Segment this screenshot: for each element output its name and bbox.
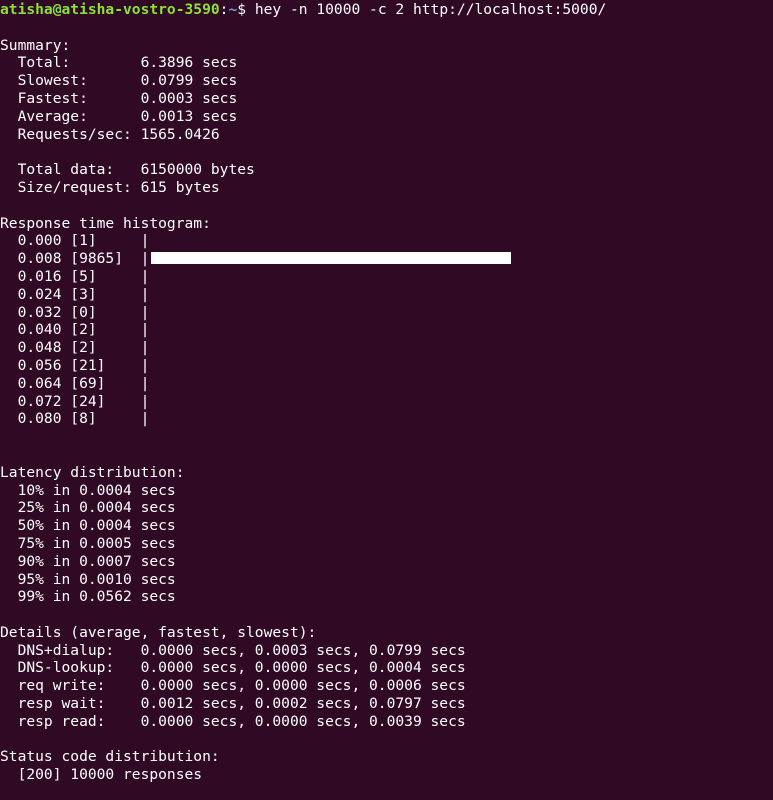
summary-row: Requests/sec: 1565.0426 [0,125,220,143]
histogram-row: 0.072 [24] | [0,393,773,411]
histogram-row: 0.016 [5] | [0,268,773,286]
histogram-row: 0.040 [2] | [0,321,773,339]
histogram-row: 0.080 [8] | [0,410,773,428]
prompt-user-host: atisha@atisha-vostro-3590 [0,1,220,18]
prompt-path: ~ [228,1,238,18]
details-row: resp wait: 0.0012 secs, 0.0002 secs, 0.0… [0,695,466,713]
details-row: DNS+dialup: 0.0000 secs, 0.0003 secs, 0.… [0,641,466,659]
prompt-symbol: $ [237,1,247,18]
summary-data-row: Size/request: 615 bytes [0,178,220,196]
histogram-row-label: 0.032 [0] | [0,303,150,321]
histogram-row-label: 0.048 [2] | [0,339,150,357]
histogram-row-label: 0.072 [24] | [0,392,150,410]
histogram-bar [151,252,512,265]
summary-heading: Summary: [0,36,71,54]
summary-data-row: Total data: 6150000 bytes [0,161,255,179]
summary-row: Slowest: 0.0799 secs [0,72,238,90]
latency-row: 95% in 0.0010 secs [0,570,176,588]
histogram-row: 0.056 [21] | [0,357,773,375]
command-prompt-line: atisha@atisha-vostro-3590:~$ hey -n 1000… [0,1,773,19]
histogram-rows: 0.000 [1] | 0.008 [9865] | 0.016 [5] | 0… [0,232,773,428]
histogram-row-label: 0.016 [5] | [0,267,150,285]
histogram-row: 0.008 [9865] | [0,250,773,268]
details-row: DNS-lookup: 0.0000 secs, 0.0000 secs, 0.… [0,659,466,677]
status-heading: Status code distribution: [0,748,220,766]
histogram-row: 0.024 [3] | [0,286,773,304]
command-text: hey -n 10000 -c 2 http://localhost:5000/ [246,1,607,18]
details-row: resp read: 0.0000 secs, 0.0000 secs, 0.0… [0,712,466,730]
details-heading: Details (average, fastest, slowest): [0,623,317,641]
summary-row: Total: 6.3896 secs [0,54,238,72]
histogram-row: 0.048 [2] | [0,339,773,357]
latency-row: 75% in 0.0005 secs [0,534,176,552]
histogram-row-label: 0.056 [21] | [0,356,150,374]
histogram-row: 0.000 [1] | [0,232,773,250]
summary-row: Average: 0.0013 secs [0,107,238,125]
histogram-heading: Response time histogram: [0,214,211,232]
histogram-row-label: 0.040 [2] | [0,321,150,339]
histogram-row-label: 0.024 [3] | [0,285,150,303]
histogram-row: 0.032 [0] | [0,304,773,322]
histogram-row: 0.064 [69] | [0,375,773,393]
latency-heading: Latency distribution: [0,463,185,481]
latency-row: 90% in 0.0007 secs [0,552,176,570]
details-row: req write: 0.0000 secs, 0.0000 secs, 0.0… [0,677,466,695]
histogram-row-label: 0.008 [9865] | [0,250,150,268]
status-row: [200] 10000 responses [0,766,203,784]
summary-row: Fastest: 0.0003 secs [0,89,238,107]
latency-row: 99% in 0.0562 secs [0,588,176,606]
latency-row: 10% in 0.0004 secs [0,481,176,499]
histogram-row-label: 0.064 [69] | [0,374,150,392]
terminal-window[interactable]: atisha@atisha-vostro-3590:~$ hey -n 1000… [0,0,773,800]
latency-row: 50% in 0.0004 secs [0,517,176,535]
histogram-row-label: 0.000 [1] | [0,232,150,250]
latency-row: 25% in 0.0004 secs [0,499,176,517]
histogram-row-label: 0.080 [8] | [0,410,150,428]
